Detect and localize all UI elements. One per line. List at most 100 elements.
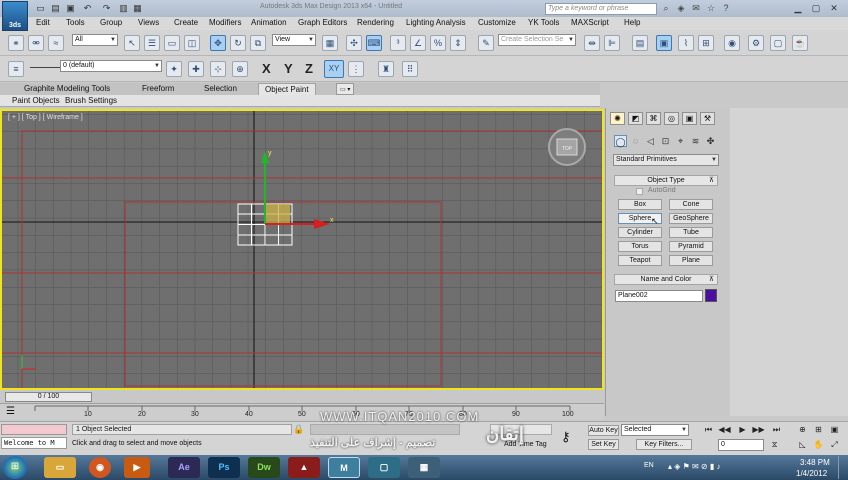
redo-icon[interactable]: ↷	[101, 3, 112, 14]
spinner-snap-icon[interactable]: ⇕	[450, 35, 466, 51]
transform-type-in[interactable]	[310, 424, 460, 435]
app-logo-button[interactable]: 3ds	[2, 1, 28, 31]
menu-yk-tools[interactable]: YK Tools	[528, 18, 559, 27]
hierarchy-tab-icon[interactable]: ⌘	[646, 112, 661, 125]
media-player-taskbar-icon[interactable]: ▶	[124, 457, 150, 478]
unlink-icon[interactable]: ⚮	[28, 35, 44, 51]
select-in-layer-icon[interactable]: ⊹	[210, 61, 226, 77]
rect-selection-icon[interactable]: ▭	[164, 35, 180, 51]
axis-y-button[interactable]: Y	[284, 61, 293, 76]
object-color-swatch[interactable]	[705, 289, 717, 302]
zoom-all-icon[interactable]: ⊞	[812, 424, 825, 435]
undo-icon[interactable]: ↶	[82, 3, 93, 14]
add-to-layer-icon[interactable]: ✚	[188, 61, 204, 77]
viewport-label[interactable]: [ + ] [ Top ] [ Wireframe ]	[8, 114, 83, 121]
tab-object-paint[interactable]: Object Paint	[258, 83, 316, 95]
menu-create[interactable]: Create	[174, 18, 198, 27]
spacewarps-icon[interactable]: ≋	[689, 135, 702, 147]
select-object-icon[interactable]: ↖	[124, 35, 140, 51]
tab-graphite-modeling-tools[interactable]: Graphite Modeling Tools	[18, 83, 116, 95]
time-slider-thumb[interactable]: 0 / 100	[5, 392, 92, 402]
render-production-icon[interactable]: ☕	[792, 35, 808, 51]
lock-selection-icon[interactable]: 🔒	[293, 424, 304, 435]
menu-maxscript[interactable]: MAXScript	[571, 18, 609, 27]
auto-key-button[interactable]: Auto Key	[588, 425, 619, 436]
box-button[interactable]: Box	[618, 199, 662, 210]
photoshop-taskbar-icon[interactable]: Ps	[208, 457, 240, 478]
menu-lighting-analysis[interactable]: Lighting Analysis	[406, 18, 466, 27]
angle-snap-icon[interactable]: ∠	[410, 35, 426, 51]
pdf-reader-taskbar-icon[interactable]: ▲	[288, 457, 320, 478]
3dsmax-taskbar-icon[interactable]: M	[328, 457, 360, 478]
pivot-center-icon[interactable]: ▦	[322, 35, 338, 51]
favorites-icon[interactable]: ☆	[705, 3, 717, 14]
cameras-icon[interactable]: ⊡	[659, 135, 672, 147]
language-indicator[interactable]: EN	[644, 462, 654, 469]
axis-x-button[interactable]: X	[262, 61, 271, 76]
link-icon[interactable]: ⚭	[8, 35, 24, 51]
geosphere-button[interactable]: GeoSphere	[669, 213, 713, 224]
go-to-end-icon[interactable]: ⏭	[770, 424, 783, 435]
primitive-category-dropdown[interactable]: Standard Primitives ▼	[613, 154, 719, 166]
shapes-icon[interactable]: ◌	[629, 135, 642, 147]
menu-modifiers[interactable]: Modifiers	[209, 18, 241, 27]
menu-help[interactable]: Help	[624, 18, 640, 27]
name-color-rollout[interactable]: Name and Color ⊼	[614, 274, 718, 285]
cylinder-button[interactable]: Cylinder	[618, 227, 662, 238]
select-rotate-icon[interactable]: ↻	[230, 35, 246, 51]
menu-edit[interactable]: Edit	[36, 18, 50, 27]
maximize-button[interactable]: ▢	[808, 1, 824, 15]
close-button[interactable]: ✕	[826, 1, 842, 15]
menu-customize[interactable]: Customize	[478, 18, 516, 27]
bind-spacewarp-icon[interactable]: ≈	[48, 35, 64, 51]
next-frame-icon[interactable]: ▶▶	[752, 424, 765, 435]
save-file-icon[interactable]: ▣	[65, 3, 76, 14]
rendered-frame-icon[interactable]: ▢	[770, 35, 786, 51]
open-file-icon[interactable]: ▤	[50, 3, 61, 14]
pan-view-icon[interactable]: ✋	[812, 439, 825, 450]
utilities-tab-icon[interactable]: ⚒	[700, 112, 715, 125]
select-manipulate-icon[interactable]: ✣	[346, 35, 362, 51]
helpers-icon[interactable]: ⌖	[674, 135, 687, 147]
set-key-mode-icon[interactable]: ⚷	[561, 429, 571, 445]
tab-selection[interactable]: Selection	[198, 83, 243, 95]
play-icon[interactable]: ▶	[736, 424, 749, 435]
mini-curve-editor-icon[interactable]: ☰	[6, 406, 20, 418]
select-by-name-icon[interactable]: ☰	[144, 35, 160, 51]
current-frame-input[interactable]: 0	[718, 439, 764, 451]
snaps-toggle-icon[interactable]: ³	[390, 35, 406, 51]
new-file-icon[interactable]: ▭	[35, 3, 46, 14]
render-setup-icon[interactable]: ⚙	[748, 35, 764, 51]
keyboard-shortcut-icon[interactable]: ⌨	[366, 35, 382, 51]
maxscript-output[interactable]: Welcome to M	[1, 437, 67, 449]
pyramid-button[interactable]: Pyramid	[669, 241, 713, 252]
layer-icon[interactable]: ≡	[8, 61, 24, 77]
ribbon-options-icon[interactable]: ▭ ▾	[336, 83, 355, 95]
menu-animation[interactable]: Animation	[251, 18, 287, 27]
key-filters-button[interactable]: Key Filters...	[636, 439, 692, 450]
explorer-taskbar-icon[interactable]: ▭	[44, 457, 76, 478]
teapot-button[interactable]: Teapot	[618, 255, 662, 266]
select-scale-icon[interactable]: ⧉	[250, 35, 266, 51]
fetch-icon[interactable]: ▦	[132, 3, 143, 14]
axis-z-button[interactable]: Z	[305, 61, 313, 76]
axis-xy-button[interactable]: XY	[324, 60, 344, 78]
modify-tab-icon[interactable]: ◩	[628, 112, 643, 125]
menu-rendering[interactable]: Rendering	[357, 18, 394, 27]
object-name-input[interactable]: Plane002	[615, 290, 703, 302]
selection-filter-dropdown[interactable]: All ▼	[72, 34, 118, 46]
firefox-taskbar-icon[interactable]: ◉	[89, 457, 111, 478]
key-mode-dropdown[interactable]: Selected ▼	[621, 424, 689, 436]
menu-graph-editors[interactable]: Graph Editors	[298, 18, 347, 27]
layer-dropdown[interactable]: 0 (default) ▼	[60, 60, 162, 72]
transform-gizmo-icon[interactable]: ♜	[378, 61, 394, 77]
app-taskbar-icon[interactable]: ▦	[408, 457, 440, 478]
named-selection-set-dropdown[interactable]: Create Selection Se ▼	[498, 34, 576, 46]
clock-date[interactable]: 1/4/2012	[796, 469, 827, 478]
plane-button[interactable]: Plane	[669, 255, 713, 266]
show-desktop-button[interactable]	[838, 456, 847, 479]
create-layer-icon[interactable]: ✦	[166, 61, 182, 77]
mirror-icon[interactable]: ⇹	[584, 35, 600, 51]
torus-button[interactable]: Torus	[618, 241, 662, 252]
search-icon[interactable]: ⌕	[660, 3, 672, 14]
